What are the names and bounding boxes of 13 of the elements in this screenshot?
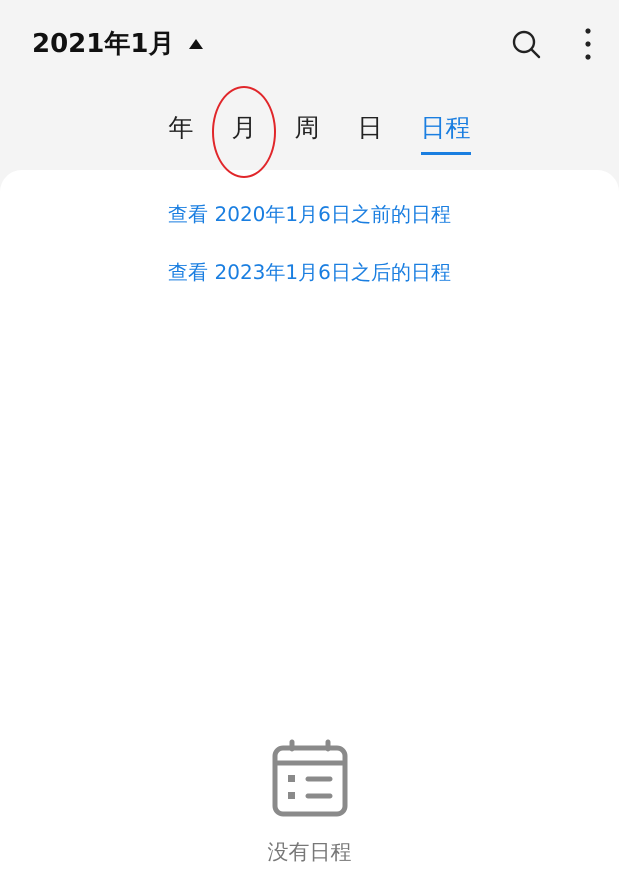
- history-link[interactable]: 查看 2020年1月6日之前的日程: [168, 200, 451, 228]
- more-icon[interactable]: [585, 28, 591, 60]
- caret-icon[interactable]: [188, 38, 204, 50]
- calendar-icon: [272, 738, 348, 816]
- view-tab[interactable]: 月: [232, 110, 256, 155]
- month-title[interactable]: 2021年1月: [32, 24, 174, 64]
- search-icon[interactable]: [511, 29, 541, 59]
- view-tab[interactable]: 日: [358, 110, 382, 155]
- empty-message: 没有日程: [268, 838, 352, 866]
- view-tab[interactable]: 日程: [420, 110, 470, 155]
- history-link[interactable]: 查看 2023年1月6日之后的日程: [168, 258, 451, 286]
- view-tab[interactable]: 周: [294, 110, 320, 155]
- view-tab[interactable]: 年: [168, 110, 194, 155]
